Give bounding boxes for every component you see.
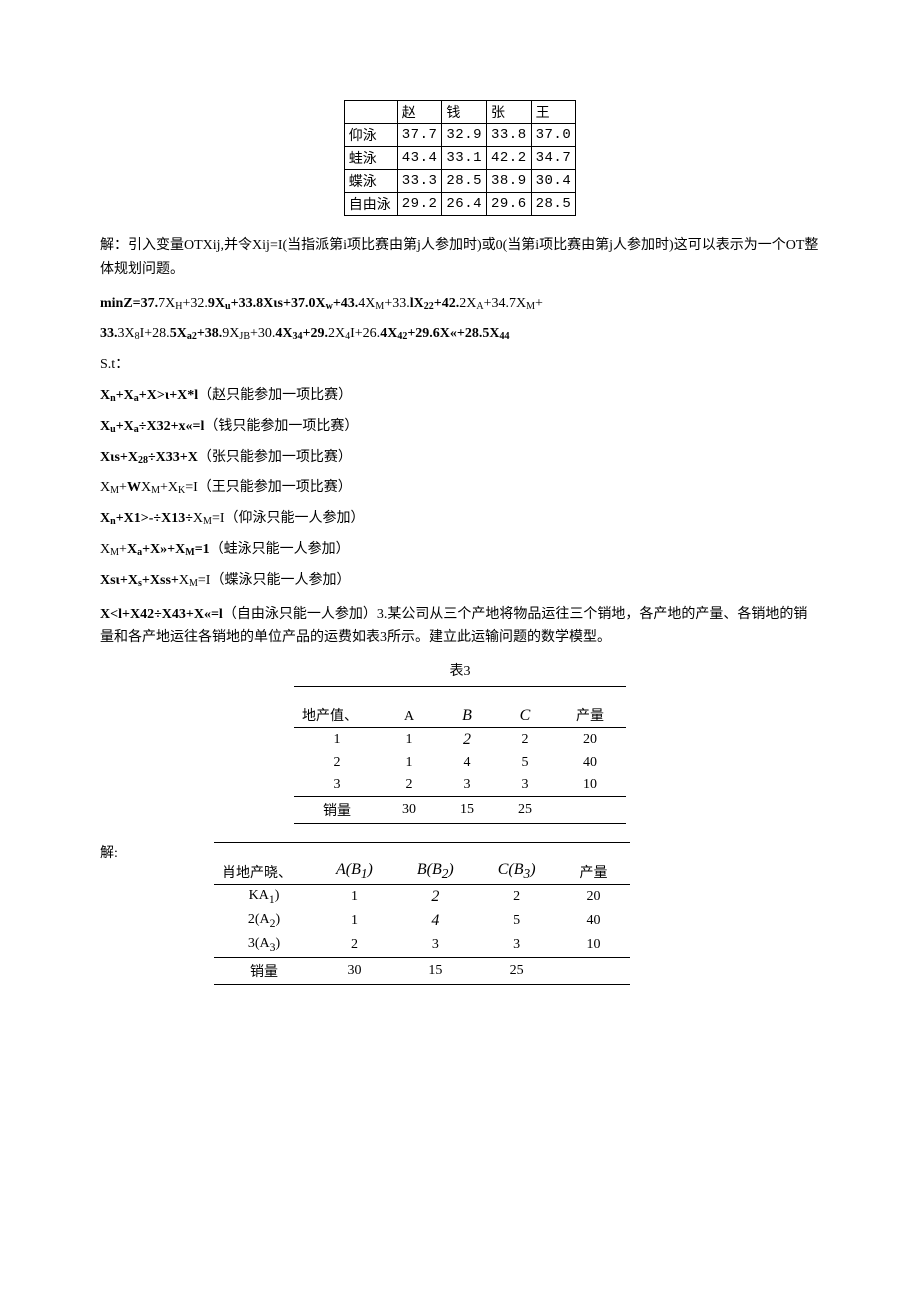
table1-r4-c2: 26.4	[442, 193, 487, 216]
table1-h2: 钱	[442, 101, 487, 124]
constraint-6: XM+Xa+X»+XM=1（蛙泳只能一人参加）	[100, 538, 820, 562]
table1-r3-c4: 30.4	[531, 170, 576, 193]
swim-times-table: 赵 钱 张 王 仰泳 37.7 32.9 33.8 37.0 蛙泳 43.4 3…	[344, 100, 576, 216]
constraint-1: Xn+Xa+X>ι+X*l（赵只能参加一项比赛）	[100, 384, 820, 408]
t4-r3-f: 3(A3)	[214, 933, 314, 957]
table1-r3-c3: 38.9	[487, 170, 532, 193]
table1-r1-c1: 37.7	[397, 124, 442, 147]
t3-r1-c3: 2	[496, 728, 554, 753]
table1-r4-c1: 29.2	[397, 193, 442, 216]
t3-r3-c1: 2	[380, 774, 438, 797]
t3-r1-c4: 20	[554, 728, 626, 753]
table1-r2-c1: 43.4	[397, 147, 442, 170]
table1-r3-c1: 33.3	[397, 170, 442, 193]
t3-hQty: 产量	[554, 687, 626, 728]
t3-r2-c3: 5	[496, 752, 554, 774]
table1-r1-c3: 33.8	[487, 124, 532, 147]
table1-r3-label: 蝶泳	[344, 170, 397, 193]
t3-r3-f: 3	[294, 774, 380, 797]
t3-s3: 25	[496, 797, 554, 824]
table1-r3-c2: 28.5	[442, 170, 487, 193]
table1-h1: 赵	[397, 101, 442, 124]
table1-r1-c4: 37.0	[531, 124, 576, 147]
t4-r2-c1: 1	[314, 909, 395, 933]
t3-hC: C	[496, 687, 554, 728]
t4-r2-f: 2(A2)	[214, 909, 314, 933]
subject-to: S.t：	[100, 353, 820, 377]
t3-r3-c2: 3	[438, 774, 496, 797]
t4-hB: B(B2)	[395, 843, 476, 885]
table1-h3: 张	[487, 101, 532, 124]
t3-sales-label: 销量	[294, 797, 380, 824]
t4-sales-label: 销量	[214, 958, 314, 985]
t4-s2: 15	[395, 958, 476, 985]
t4-r3-c3: 3	[476, 933, 558, 957]
constraint-3: Xιs+X28÷X33+X（张只能参加一项比赛）	[100, 446, 820, 470]
t4-hC: C(B3)	[476, 843, 558, 885]
transport-table-4: 肖地产晓、 A(B1) B(B2) C(B3) 产量 KA1) 1 2 2 20…	[214, 842, 630, 985]
t4-r2-c4: 40	[558, 909, 630, 933]
constraint-5: Xn+X1>-÷X13÷XM=I（仰泳只能一人参加）	[100, 507, 820, 531]
table1-r4-c4: 28.5	[531, 193, 576, 216]
table1-r4-c3: 29.6	[487, 193, 532, 216]
t4-r2-c2: 4	[395, 909, 476, 933]
t3-r2-c4: 40	[554, 752, 626, 774]
t4-r3-c4: 10	[558, 933, 630, 957]
table1-r2-c3: 42.2	[487, 147, 532, 170]
t3-r2-c1: 1	[380, 752, 438, 774]
t4-s1: 30	[314, 958, 395, 985]
table1-r1-label: 仰泳	[344, 124, 397, 147]
table1-r2-c2: 33.1	[442, 147, 487, 170]
table1-r4-label: 自由泳	[344, 193, 397, 216]
t3-r2-f: 2	[294, 752, 380, 774]
t3-hA: A	[380, 687, 438, 728]
t4-s4	[558, 958, 630, 985]
t3-hB: B	[438, 687, 496, 728]
transport-table-3: 地产值、 A B C 产量 1 1 2 2 20 2 1 4 5 40 3 2 …	[294, 686, 626, 824]
table1-r2-c4: 34.7	[531, 147, 576, 170]
t3-s1: 30	[380, 797, 438, 824]
t4-r3-c1: 2	[314, 933, 395, 957]
t4-r1-c3: 2	[476, 885, 558, 910]
table1-r1-c2: 32.9	[442, 124, 487, 147]
t3-r3-c3: 3	[496, 774, 554, 797]
t3-r2-c2: 4	[438, 752, 496, 774]
objective-function: minZ=37.7XH+32.9Xu+33.8Xιs+37.0Xw+43.4XM…	[100, 292, 820, 316]
constraint-4: XM+WXM+XK=I（王只能参加一项比赛）	[100, 476, 820, 500]
t4-hQty: 产量	[558, 843, 630, 885]
t4-r1-c4: 20	[558, 885, 630, 910]
t4-hA: A(B1)	[314, 843, 395, 885]
t3-r3-c4: 10	[554, 774, 626, 797]
objective-function-2: 33.3X8I+28.5Xa2+38.9XJB+30.4X34+29.2X4I+…	[100, 322, 820, 346]
t3-head-first: 地产值、	[294, 687, 380, 728]
table1-h4: 王	[531, 101, 576, 124]
t4-r2-c3: 5	[476, 909, 558, 933]
t4-head-first: 肖地产晓、	[214, 843, 314, 885]
constraint-8-and-q3: X<l+X42÷X43+X«=l（自由泳只能一人参加）3.某公司从三个产地将物品…	[100, 603, 820, 651]
t4-s3: 25	[476, 958, 558, 985]
constraint-2: Xu+Xa÷X32+x«=l（钱只能参加一项比赛）	[100, 415, 820, 439]
constraint-7: Xsι+Xs+Xss+XM=I（蝶泳只能一人参加）	[100, 569, 820, 593]
intro-paragraph: 解：引入变量OTXij,并令Xij=I(当指派第i项比赛由第j人参加时)或0(当…	[100, 234, 820, 282]
t4-r3-c2: 3	[395, 933, 476, 957]
t4-r1-c1: 1	[314, 885, 395, 910]
t4-r1-f: KA1)	[214, 885, 314, 910]
t3-s4	[554, 797, 626, 824]
t3-r1-c1: 1	[380, 728, 438, 753]
table1-header-empty	[344, 101, 397, 124]
t3-s2: 15	[438, 797, 496, 824]
table1-r2-label: 蛙泳	[344, 147, 397, 170]
t3-r1-c2: 2	[438, 728, 496, 753]
table3-title: 表3	[100, 660, 820, 680]
t3-r1-f: 1	[294, 728, 380, 753]
solution-label: 解:	[100, 842, 200, 862]
t4-r1-c2: 2	[395, 885, 476, 910]
